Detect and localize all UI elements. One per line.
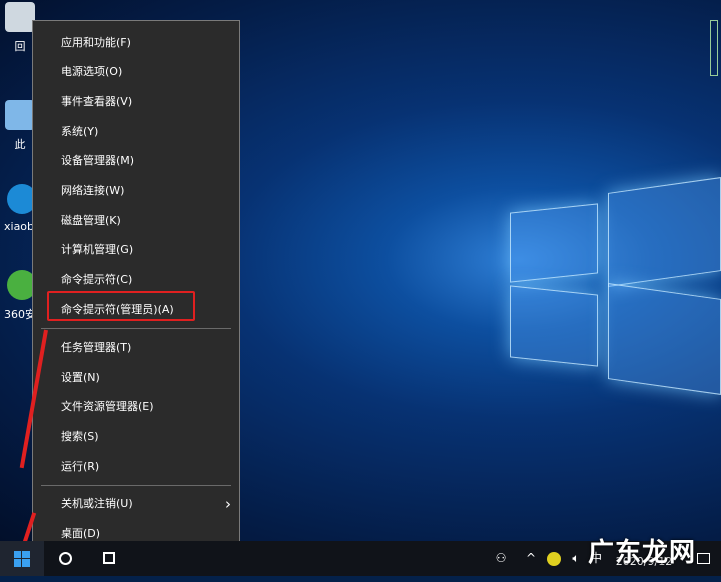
tray-expand-button[interactable]: ^ <box>522 541 540 576</box>
people-button[interactable]: ⚇ <box>490 541 512 576</box>
360-tray-icon[interactable] <box>544 541 564 576</box>
menu-item-shutdown[interactable]: 关机或注销(U) › <box>33 490 239 518</box>
computer-icon <box>5 100 35 130</box>
menu-item-file-explorer[interactable]: 文件资源管理器(E) <box>33 393 239 421</box>
icon-label: xiaob <box>4 220 35 233</box>
winx-context-menu: 应用和功能(F) 电源选项(O) 事件查看器(V) 系统(Y) 设备管理器(M)… <box>32 20 240 556</box>
windows-logo-pane <box>608 177 721 287</box>
volume-icon[interactable]: 🔈︎ <box>566 541 586 576</box>
cortana-button[interactable] <box>52 541 78 576</box>
icon-label: 此 <box>14 138 26 151</box>
menu-item-command-prompt[interactable]: 命令提示符(C) <box>33 266 239 294</box>
menu-item-system[interactable]: 系统(Y) <box>33 118 239 146</box>
menu-item-run[interactable]: 运行(R) <box>33 453 239 481</box>
windows-icon <box>14 551 30 567</box>
highlight-box <box>47 291 195 321</box>
menu-item-disk-management[interactable]: 磁盘管理(K) <box>33 207 239 235</box>
widget-icon <box>710 20 718 76</box>
menu-item-computer-management[interactable]: 计算机管理(G) <box>33 236 239 264</box>
circle-icon <box>58 552 72 565</box>
menu-item-settings[interactable]: 设置(N) <box>33 364 239 392</box>
menu-separator <box>41 328 231 329</box>
windows-logo-pane <box>510 285 598 367</box>
menu-item-device-manager[interactable]: 设备管理器(M) <box>33 147 239 175</box>
notification-icon <box>696 553 710 564</box>
menu-item-label: 关机或注销(U) <box>61 497 133 510</box>
menu-item-event-viewer[interactable]: 事件查看器(V) <box>33 88 239 116</box>
start-button[interactable] <box>0 541 44 576</box>
windows-logo-pane <box>510 203 598 283</box>
watermark: 广东龙网 <box>588 538 697 568</box>
menu-item-power-options[interactable]: 电源选项(O) <box>33 58 239 86</box>
menu-item-network[interactable]: 网络连接(W) <box>33 177 239 205</box>
recycle-bin-icon <box>5 2 35 32</box>
task-view-icon <box>103 552 115 564</box>
task-view-button[interactable] <box>96 541 122 576</box>
windows-logo-pane <box>608 283 721 395</box>
people-icon: ⚇ <box>495 551 507 565</box>
menu-item-search[interactable]: 搜索(S) <box>33 423 239 451</box>
menu-item-apps-features[interactable]: 应用和功能(F) <box>33 29 239 57</box>
menu-item-task-manager[interactable]: 任务管理器(T) <box>33 334 239 362</box>
chevron-right-icon: › <box>225 495 231 513</box>
menu-separator <box>41 485 231 486</box>
icon-label: 回 <box>14 40 26 53</box>
